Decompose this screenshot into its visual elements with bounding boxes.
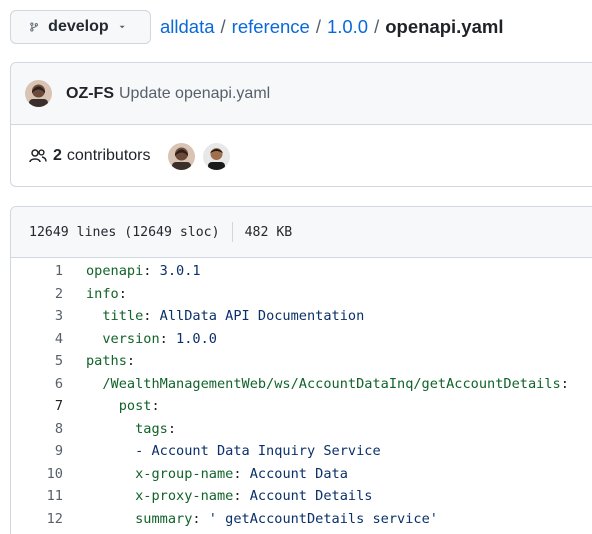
commit-author-link[interactable]: OZ-FS	[66, 85, 114, 103]
latest-commit-row: OZ-FS Update openapi.yaml	[11, 63, 592, 125]
file-content-box: 12649 lines (12649 sloc) 482 KB 1 openapi…	[10, 206, 592, 534]
chevron-down-icon	[119, 25, 125, 29]
line-number[interactable]: 7	[11, 395, 86, 418]
contributor-avatars	[167, 142, 238, 170]
yaml-separator: :	[143, 263, 160, 279]
breadcrumb-version-link[interactable]: 1.0.0	[327, 16, 368, 38]
line-number[interactable]: 1	[11, 260, 86, 283]
line-number[interactable]: 12	[11, 508, 86, 531]
yaml-key: openapi	[86, 263, 144, 279]
yaml-separator: :	[159, 330, 177, 347]
code-line[interactable]: 12 summary: ' getAccountDetails service'	[11, 508, 592, 531]
line-number[interactable]: 10	[11, 463, 86, 486]
breadcrumb-reference-link[interactable]: reference	[232, 16, 310, 38]
yaml-key: info	[86, 285, 119, 302]
yaml-value: AllData API Documentation	[159, 308, 365, 324]
yaml-key: title	[102, 308, 144, 324]
yaml-separator: :	[560, 375, 569, 392]
avatar[interactable]	[167, 142, 195, 170]
yaml-key: /WealthManagementWeb/ws/AccountDataInq/g…	[102, 375, 561, 392]
branch-selector-button[interactable]: develop	[10, 10, 151, 44]
code-line[interactable]: 3 title: AllData API Documentation	[11, 305, 592, 328]
yaml-separator: :	[233, 488, 250, 504]
line-number[interactable]: 11	[11, 485, 86, 508]
yaml-separator: :	[192, 510, 209, 527]
file-line-count: 12649 lines (12649 sloc)	[29, 224, 220, 240]
code-line[interactable]: 11 x-proxy-name: Account Details	[11, 485, 592, 508]
git-branch-icon	[30, 22, 38, 32]
line-number[interactable]: 3	[11, 305, 86, 328]
breadcrumb-repo-link[interactable]: alldata	[160, 16, 215, 38]
code-line[interactable]: 4 version: 1.0.0	[11, 328, 592, 351]
yaml-key: post	[118, 398, 152, 414]
yaml-separator: :	[143, 308, 160, 324]
breadcrumb-separator: /	[374, 16, 380, 37]
yaml-value: 3.0.1	[159, 263, 201, 279]
code-line[interactable]: 9 - Account Data Inquiry Service	[11, 440, 592, 463]
yaml-value: 1.0.0	[176, 330, 217, 347]
yaml-key: tags	[135, 420, 168, 437]
yaml-separator: :	[126, 353, 136, 369]
yaml-key: x-group-name	[135, 465, 234, 482]
contributors-label[interactable]: contributors	[67, 147, 151, 165]
code-viewer[interactable]: 1 openapi: 3.0.1 2 info:3 title: AllData AP…	[11, 258, 592, 530]
contributors-count[interactable]: 2	[53, 147, 62, 165]
breadcrumb: alldata / reference / 1.0.0 / openapi.ya…	[160, 16, 503, 38]
contributors-row: 2 contributors	[11, 125, 592, 187]
yaml-separator: :	[151, 398, 160, 414]
line-number[interactable]: 6	[11, 373, 86, 396]
code-line[interactable]: 2 info:	[11, 283, 592, 306]
line-number[interactable]: 4	[11, 328, 86, 351]
breadcrumb-current-file: openapi.yaml	[385, 16, 504, 37]
file-size: 482 KB	[244, 224, 293, 240]
avatar[interactable]	[202, 142, 230, 170]
line-number[interactable]: 2	[11, 283, 86, 306]
code-line[interactable]: 6 /WealthManagementWeb/ws/AccountDataInq…	[11, 373, 592, 396]
yaml-separator: :	[233, 465, 250, 482]
yaml-value: Account Data	[249, 465, 348, 482]
line-number[interactable]: 8	[11, 418, 86, 441]
code-line[interactable]: 1 openapi: 3.0.1	[11, 260, 592, 283]
yaml-separator: :	[167, 420, 177, 437]
yaml-key: paths	[86, 353, 127, 369]
yaml-value: Account Details	[249, 488, 373, 504]
yaml-value: ' getAccountDetails service'	[208, 510, 438, 527]
yaml-key: version	[102, 330, 160, 347]
avatar[interactable]	[25, 80, 52, 107]
divider	[231, 222, 233, 242]
code-line[interactable]: 8 tags:	[11, 418, 592, 441]
yaml-key: x-proxy-name	[135, 488, 234, 504]
breadcrumb-separator: /	[315, 16, 321, 37]
yaml-separator: :	[118, 285, 127, 302]
yaml-value: - Account Data Inquiry Service	[135, 443, 381, 459]
code-line[interactable]: 7 post:	[11, 395, 592, 418]
file-info-bar: 12649 lines (12649 sloc) 482 KB	[11, 207, 592, 258]
latest-commit-box: OZ-FS Update openapi.yaml 2 contributors	[10, 62, 592, 187]
code-line[interactable]: 10 x-group-name: Account Data	[11, 463, 592, 486]
line-number[interactable]: 9	[11, 440, 86, 463]
yaml-key: summary	[135, 510, 193, 527]
people-icon	[29, 149, 47, 163]
code-line[interactable]: 5 paths:	[11, 350, 592, 373]
commit-message-link[interactable]: Update openapi.yaml	[119, 85, 270, 103]
line-number[interactable]: 5	[11, 350, 86, 373]
branch-name: develop	[48, 18, 109, 35]
file-navigation: develop alldata / reference / 1.0.0 / op…	[10, 9, 503, 45]
file-view-page: develop alldata / reference / 1.0.0 / op…	[0, 0, 592, 534]
breadcrumb-separator: /	[220, 16, 226, 37]
